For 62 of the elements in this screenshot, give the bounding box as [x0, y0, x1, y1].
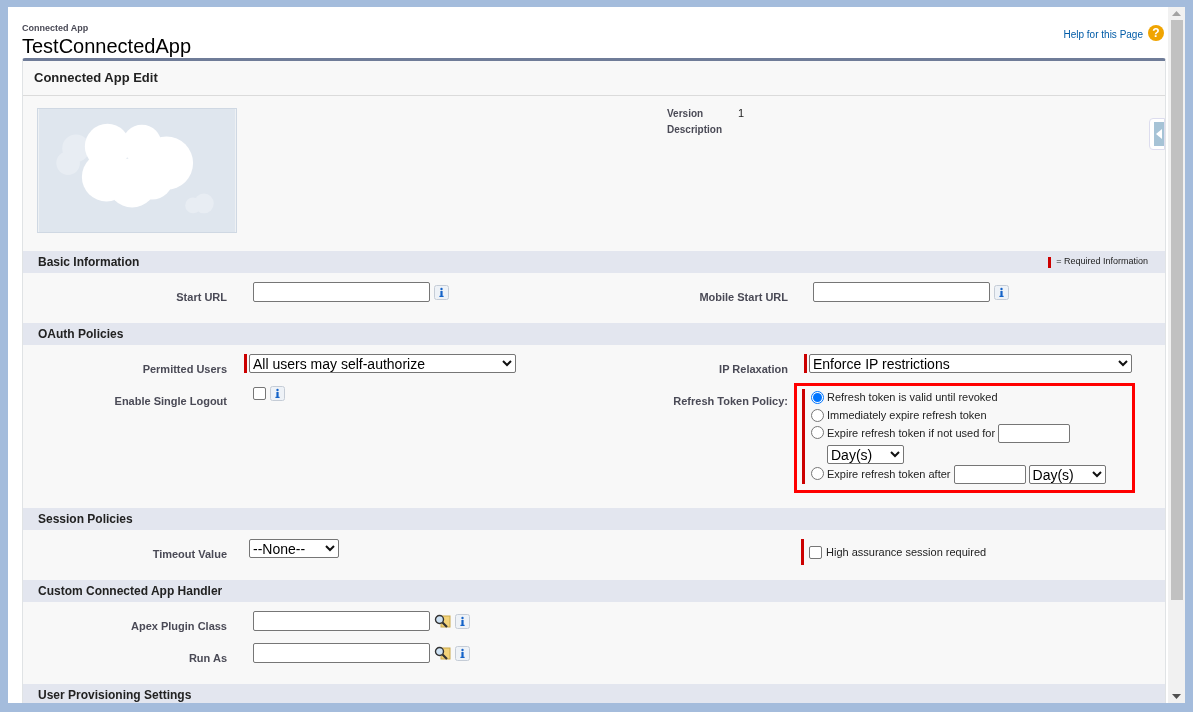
section-title: Basic Information	[38, 254, 140, 271]
checkbox[interactable]	[809, 545, 822, 559]
breadcrumb: Connected App	[22, 22, 90, 34]
input-field[interactable]	[253, 282, 430, 302]
info-icon[interactable]	[455, 645, 470, 661]
panel-title: Connected App Edit	[34, 69, 158, 88]
scrollbar-thumb[interactable]	[1170, 20, 1183, 600]
field-label: Enable Single Logout	[114, 395, 227, 407]
dropdown[interactable]: Enforce IP restrictions	[809, 354, 1132, 373]
section-title: OAuth Policies	[38, 326, 124, 343]
field-label: Start URL	[176, 291, 227, 303]
radio-label: Immediately expire refresh token	[827, 407, 987, 423]
field-label: Permitted Users	[142, 363, 227, 375]
section-title: Custom Connected App Handler	[38, 583, 223, 600]
radio-button[interactable]	[811, 467, 824, 480]
section-title: User Provisioning Settings	[38, 687, 192, 703]
radio-label: Refresh token is valid until revoked	[827, 390, 998, 405]
dropdown[interactable]: Day(s)	[1028, 465, 1106, 484]
sidebar-toggle[interactable]	[1149, 118, 1165, 150]
info-icon[interactable]	[455, 613, 470, 629]
input-field[interactable]	[998, 424, 1071, 443]
radio-label: Expire refresh token after	[827, 467, 951, 483]
radio-button[interactable]	[811, 391, 824, 404]
field-label: IP Relaxation	[719, 363, 788, 375]
search-icon[interactable]	[434, 645, 451, 661]
info-icon[interactable]	[994, 284, 1009, 300]
arrow-left-icon	[1156, 129, 1162, 139]
field-label: Timeout Value	[152, 548, 227, 560]
input-field[interactable]	[253, 643, 430, 663]
dropdown[interactable]: All users may self-authorize	[249, 354, 516, 373]
checkbox[interactable]	[253, 387, 266, 400]
required-marker	[1048, 256, 1052, 268]
input-field[interactable]	[813, 282, 990, 302]
info-icon[interactable]	[270, 386, 285, 401]
input-field[interactable]	[253, 611, 430, 631]
scroll-down-icon[interactable]	[1172, 694, 1181, 699]
input-field[interactable]	[953, 465, 1026, 484]
radio-button[interactable]	[811, 426, 824, 439]
dropdown[interactable]: Day(s)	[827, 445, 904, 464]
search-icon[interactable]	[434, 613, 451, 629]
detail-label: Description	[667, 123, 723, 136]
detail-value: 1	[738, 107, 745, 120]
required-legend: = Required Information	[1056, 255, 1148, 269]
radio-button[interactable]	[811, 408, 824, 422]
scrollbar[interactable]	[1168, 7, 1185, 703]
field-label: Apex Plugin Class	[131, 620, 227, 632]
caret-icon	[325, 545, 335, 552]
checkbox-label: High assurance session required	[826, 544, 987, 560]
section-title: Session Policies	[38, 511, 133, 528]
caret-icon	[502, 360, 512, 367]
field-label: Run As	[188, 652, 227, 664]
dropdown[interactable]: --None--	[249, 539, 339, 558]
detail-label: Version	[667, 107, 705, 120]
field-label: Refresh Token Policy:	[673, 395, 788, 407]
help-link[interactable]: Help for this Page	[1063, 27, 1143, 42]
caret-icon	[890, 451, 900, 458]
caret-icon	[1091, 471, 1102, 478]
radio-label: Expire refresh token if not used for	[827, 426, 996, 442]
page-title: TestConnectedApp	[22, 34, 191, 58]
caret-icon	[1118, 360, 1128, 367]
field-label: Mobile Start URL	[699, 291, 788, 303]
info-icon[interactable]	[434, 284, 449, 300]
